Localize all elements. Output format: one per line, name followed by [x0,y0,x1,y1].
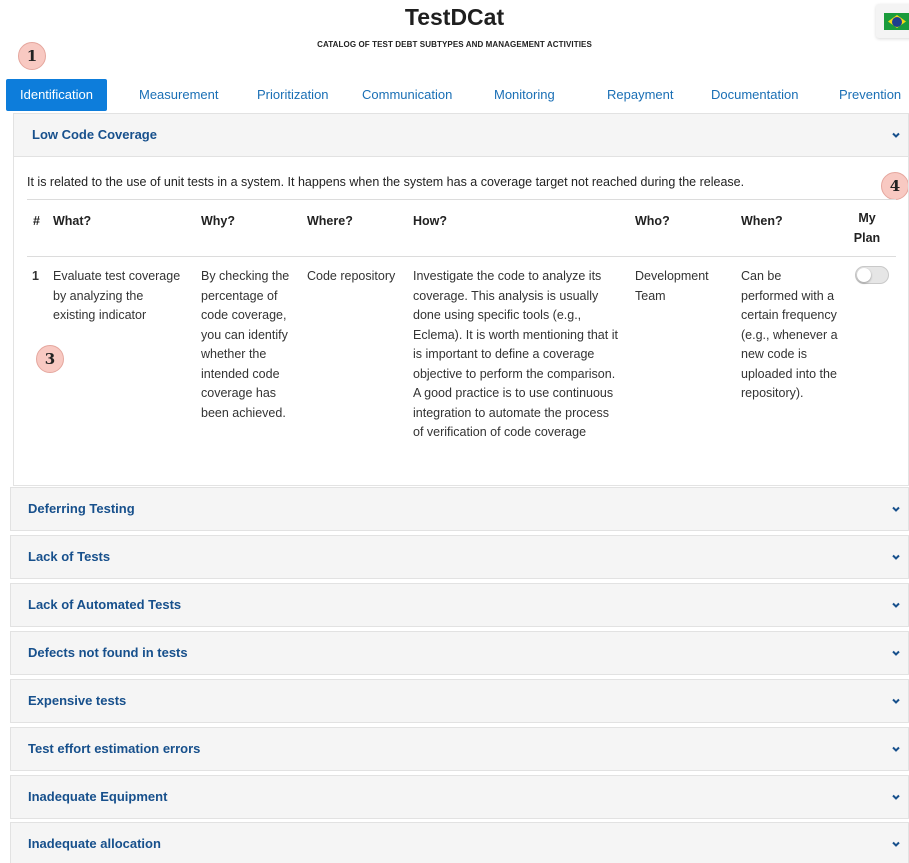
accordion-title: Test effort estimation errors [28,741,201,756]
language-flag-button[interactable] [876,4,909,38]
chevron-down-icon [892,841,900,847]
cell-who: Development Team [635,269,709,303]
accordion-header-lack-of-tests[interactable]: Lack of Tests [10,535,909,579]
accordion-title: Lack of Automated Tests [28,597,182,612]
accordion-header-inadequate-allocation[interactable]: Inadequate allocation [10,822,909,863]
accordion-header-defects-not-found[interactable]: Defects not found in tests [10,631,909,675]
column-header-who: Who? [635,214,670,228]
tab-documentation[interactable]: Documentation [711,79,798,111]
accordion-header-lack-of-automated-tests[interactable]: Lack of Automated Tests [10,583,909,627]
cell-why: By checking the percentage of code cover… [201,269,290,420]
column-header-number: # [33,214,40,228]
tab-measurement[interactable]: Measurement [139,79,218,111]
page-title: TestDCat [404,4,505,30]
accordion-header-test-effort-estimation-errors[interactable]: Test effort estimation errors [10,727,909,771]
tab-repayment[interactable]: Repayment [607,79,673,111]
column-header-why: Why? [201,214,236,228]
tab-communication[interactable]: Communication [362,79,452,111]
column-header-my-plan: My Plan [853,211,881,245]
chevron-down-icon [892,132,900,138]
tab-prevention[interactable]: Prevention [839,79,901,111]
tab-monitoring[interactable]: Monitoring [494,79,555,111]
row-number: 1 [32,269,39,283]
accordion-title: Deferring Testing [28,501,135,516]
page-subtitle: CATALOG OF TEST DEBT SUBTYPES AND MANAGE… [317,40,592,49]
accordion-header-deferring-testing[interactable]: Deferring Testing [10,487,909,531]
callout-marker-1: 1 [18,42,46,70]
flag-globe-shape [892,17,902,27]
chevron-down-icon [892,794,900,800]
accordion-header-low-code-coverage[interactable]: Low Code Coverage [13,113,909,157]
cell-how: Investigate the code to analyze its cove… [413,269,618,439]
chevron-down-icon [892,602,900,608]
column-header-when: When? [741,214,783,228]
chevron-down-icon [892,650,900,656]
divider [27,199,896,200]
cell-when: Can be performed with a certain frequenc… [741,269,838,400]
section-description: It is related to the use of unit tests i… [27,175,745,189]
column-header-how: How? [413,214,448,228]
page-header: TestDCat CATALOG OF TEST DEBT SUBTYPES A… [0,0,909,70]
toggle-knob [857,268,871,282]
chevron-down-icon [892,746,900,752]
tab-prioritization[interactable]: Prioritization [257,79,329,111]
chevron-down-icon [892,506,900,512]
tab-identification[interactable]: Identification [6,79,107,111]
cell-what: Evaluate test coverage by analyzing the … [53,269,181,322]
accordion-title: Lack of Tests [28,549,111,564]
cell-where: Code repository [307,269,396,283]
accordion-title: Expensive tests [28,693,127,708]
my-plan-toggle[interactable] [855,266,889,284]
chevron-down-icon [892,554,900,560]
chevron-down-icon [892,698,900,704]
accordion-title: Low Code Coverage [32,127,157,142]
accordion-title: Inadequate allocation [28,836,161,851]
activity-tabs: Identification Measurement Prioritizatio… [0,79,909,111]
column-header-where: Where? [307,214,353,228]
column-header-what: What? [53,214,92,228]
accordion-title: Defects not found in tests [28,645,188,660]
accordion-title: Inadequate Equipment [28,789,168,804]
accordion-header-inadequate-equipment[interactable]: Inadequate Equipment [10,775,909,819]
accordion-header-expensive-tests[interactable]: Expensive tests [10,679,909,723]
table-header-divider [27,256,896,257]
